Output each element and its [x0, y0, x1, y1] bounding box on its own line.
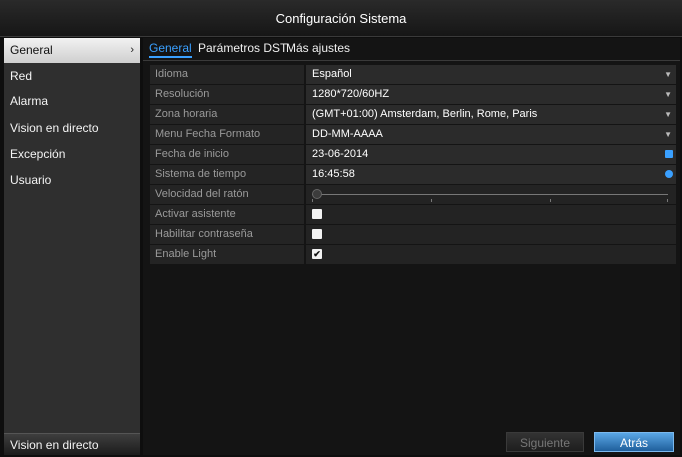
slider-tick — [431, 199, 432, 202]
sidebar-item-label: Red — [10, 69, 33, 83]
chevron-right-icon: › — [130, 44, 134, 56]
tab-general[interactable]: General — [149, 41, 192, 58]
tab-dst-params[interactable]: Parámetros DST — [198, 41, 287, 55]
resolution-select[interactable]: 1280*720/60HZ ▼ — [306, 85, 676, 104]
setting-row-idioma: Idioma Español ▼ — [150, 65, 676, 84]
setting-row-contrasena: Habilitar contraseña — [150, 225, 676, 244]
field-value: 16:45:58 — [312, 168, 355, 180]
sidebar-item-label: Vision en directo — [10, 121, 99, 135]
sidebar-item-vision-en-directo[interactable]: Vision en directo — [4, 116, 140, 141]
setting-row-formato: Menu Fecha Formato DD-MM-AAAA ▼ — [150, 125, 676, 144]
setting-label: Zona horaria — [150, 105, 304, 124]
chevron-down-icon: ▼ — [664, 130, 672, 139]
date-field[interactable]: 23-06-2014 — [306, 145, 676, 164]
tab-more-settings[interactable]: Más ajustes — [286, 41, 350, 55]
setting-label: Velocidad del ratón — [150, 185, 304, 204]
setting-value — [306, 225, 676, 244]
setting-label: Resolución — [150, 85, 304, 104]
setting-row-zona: Zona horaria (GMT+01:00) Amsterdam, Berl… — [150, 105, 676, 124]
chevron-down-icon: ▼ — [664, 90, 672, 99]
calendar-icon[interactable] — [665, 150, 673, 158]
setting-row-fecha: Fecha de inicio 23-06-2014 — [150, 145, 676, 164]
setting-label: Habilitar contraseña — [150, 225, 304, 244]
slider-handle[interactable] — [312, 189, 322, 199]
time-field[interactable]: 16:45:58 — [306, 165, 676, 184]
setting-row-tiempo: Sistema de tiempo 16:45:58 — [150, 165, 676, 184]
select-value: (GMT+01:00) Amsterdam, Berlin, Rome, Par… — [312, 108, 538, 120]
sidebar-item-label: Alarma — [10, 94, 49, 108]
next-button[interactable]: Siguiente — [506, 432, 584, 452]
sidebar-item-excepcion[interactable]: Excepción — [4, 142, 140, 167]
setting-label: Enable Light — [150, 245, 304, 264]
sidebar-item-label: Usuario — [10, 173, 52, 187]
select-value: DD-MM-AAAA — [312, 128, 383, 140]
setting-label: Sistema de tiempo — [150, 165, 304, 184]
sidebar-item-alarma[interactable]: Alarma — [4, 89, 140, 114]
clock-icon[interactable] — [665, 170, 673, 178]
setting-value — [306, 205, 676, 224]
system-config-window: Configuración Sistema General › Red Alar… — [0, 0, 682, 457]
wizard-checkbox[interactable] — [312, 209, 322, 219]
setting-row-raton: Velocidad del ratón — [150, 185, 676, 204]
field-value: 23-06-2014 — [312, 148, 369, 160]
setting-label: Idioma — [150, 65, 304, 84]
sidebar: General › Red Alarma Vision en directo E… — [4, 38, 140, 455]
enable-light-checkbox[interactable]: ✔ — [312, 249, 322, 259]
back-button[interactable]: Atrás — [594, 432, 674, 452]
language-select[interactable]: Español ▼ — [306, 65, 676, 84]
setting-label: Activar asistente — [150, 205, 304, 224]
setting-label: Menu Fecha Formato — [150, 125, 304, 144]
setting-row-light: Enable Light ✔ — [150, 245, 676, 264]
sidebar-item-label: Excepción — [10, 147, 66, 161]
tab-bar: General Parámetros DST Más ajustes — [143, 38, 680, 61]
slider-tick — [667, 199, 668, 202]
setting-row-asistente: Activar asistente — [150, 205, 676, 224]
date-format-select[interactable]: DD-MM-AAAA ▼ — [306, 125, 676, 144]
slider-track[interactable] — [312, 194, 668, 195]
select-value: Español — [312, 68, 352, 80]
mouse-speed-slider[interactable] — [306, 185, 676, 204]
setting-row-resolucion: Resolución 1280*720/60HZ ▼ — [150, 85, 676, 104]
main-panel: General Parámetros DST Más ajustes Idiom… — [143, 38, 680, 455]
setting-value: ✔ — [306, 245, 676, 264]
sidebar-item-red[interactable]: Red — [4, 64, 140, 89]
select-value: 1280*720/60HZ — [312, 88, 390, 100]
sidebar-item-general[interactable]: General › — [4, 38, 140, 63]
sidebar-item-label: General — [10, 43, 53, 57]
setting-label: Fecha de inicio — [150, 145, 304, 164]
chevron-down-icon: ▼ — [664, 110, 672, 119]
chevron-down-icon: ▼ — [664, 70, 672, 79]
sidebar-item-usuario[interactable]: Usuario — [4, 168, 140, 193]
window-title: Configuración Sistema — [0, 0, 682, 37]
slider-tick — [550, 199, 551, 202]
timezone-select[interactable]: (GMT+01:00) Amsterdam, Berlin, Rome, Par… — [306, 105, 676, 124]
slider-tick — [312, 199, 313, 202]
password-checkbox[interactable] — [312, 229, 322, 239]
live-view-button[interactable]: Vision en directo — [4, 433, 140, 455]
